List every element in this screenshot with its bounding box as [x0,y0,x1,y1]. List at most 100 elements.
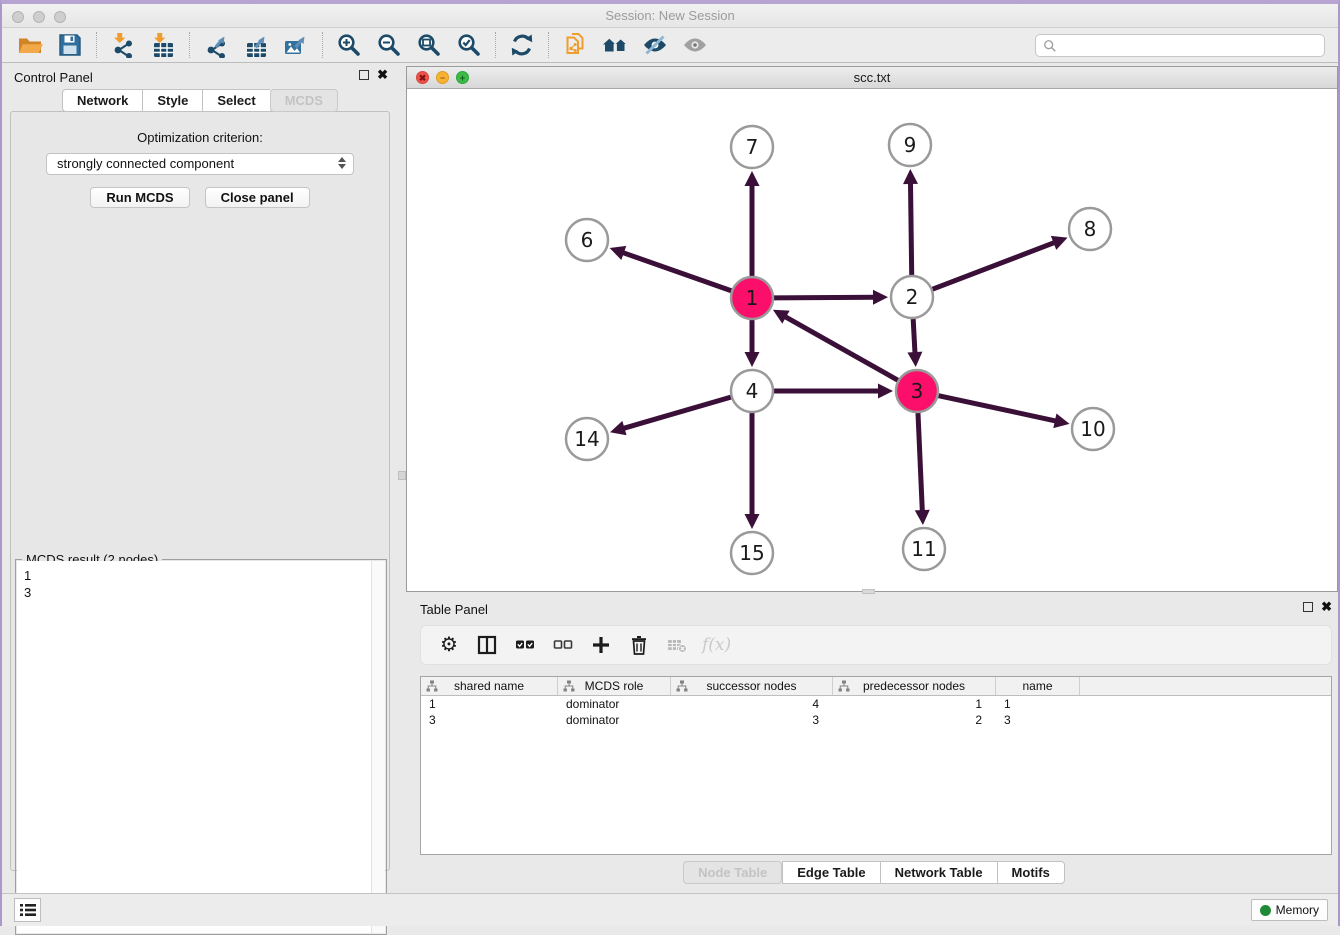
minimize-window-icon[interactable] [33,11,45,23]
hide-selected-icon[interactable] [640,31,670,59]
network-window-titlebar[interactable]: ✖ − + scc.txt [407,67,1337,89]
close-panel-icon[interactable]: ✖ [377,70,388,80]
duplicate-network-icon[interactable] [560,31,590,59]
table-row[interactable]: 3dominator323 [421,712,1331,728]
vertical-splitter-grip[interactable] [398,471,406,480]
table-cell[interactable]: 3 [421,712,558,728]
delete-icon[interactable] [626,632,652,658]
toolbar-separator [189,32,190,58]
edge-1-2[interactable] [774,297,876,298]
tab-mcds[interactable]: MCDS [270,89,338,112]
select-all-columns-icon[interactable] [512,632,538,658]
graph-node-label-6: 6 [581,228,594,252]
edge-arrowhead-3-10 [1053,413,1069,428]
mcds-result-text[interactable]: 1 3 [17,561,371,933]
save-session-icon[interactable] [55,31,85,59]
table-cell[interactable]: 1 [833,696,996,712]
table-row[interactable]: 1dominator411 [421,696,1331,712]
graph-node-label-3: 3 [911,379,924,403]
export-network-icon[interactable] [201,31,231,59]
control-panel-tabs: NetworkStyleSelectMCDS [2,89,398,112]
toolbar-separator [322,32,323,58]
add-icon[interactable] [588,632,614,658]
network-minimize-icon[interactable]: − [436,71,449,84]
refresh-icon[interactable] [507,31,537,59]
column-settings-icon[interactable]: ⚙ [436,632,462,658]
tab-node-table[interactable]: Node Table [683,861,782,884]
export-image-icon[interactable] [281,31,311,59]
mcds-panel: Optimization criterion: strongly connect… [10,111,390,871]
edge-3-11[interactable] [918,413,922,513]
horizontal-splitter-grip[interactable] [862,589,875,594]
edge-arrowhead-2-9 [903,169,918,184]
graph-node-label-2: 2 [906,285,919,309]
table-panel: Table Panel ✖ ⚙f(x) shared nameMCDS role… [406,595,1340,893]
column-header-shared-name[interactable]: shared name [421,677,558,695]
network-maximize-icon[interactable]: + [456,71,469,84]
table-cell[interactable]: dominator [558,712,671,728]
tab-motifs[interactable]: Motifs [997,861,1065,884]
edge-1-6[interactable] [621,252,731,291]
edge-3-1[interactable] [783,316,897,381]
import-network-icon[interactable] [108,31,138,59]
toolbar-separator [495,32,496,58]
edge-2-8[interactable] [933,242,1057,289]
close-window-icon[interactable] [12,11,24,23]
zoom-in-icon[interactable] [334,31,364,59]
search-box [1035,34,1325,57]
search-input[interactable] [1061,36,1324,55]
table-toolbar: ⚙f(x) [420,625,1332,665]
optimization-criterion-select[interactable]: strongly connected component [46,153,354,175]
edge-2-3[interactable] [913,319,915,355]
float-panel-icon[interactable] [359,70,369,80]
export-table-icon[interactable] [241,31,271,59]
edge-2-9[interactable] [910,181,911,275]
graph-node-label-10: 10 [1080,417,1105,441]
zoom-selected-icon[interactable] [454,31,484,59]
close-table-panel-icon[interactable]: ✖ [1321,602,1332,612]
table-cell[interactable]: dominator [558,696,671,712]
zoom-fit-icon[interactable] [414,31,444,59]
network-canvas[interactable]: 7968124314101511 [407,89,1337,591]
edge-3-10[interactable] [939,396,1058,422]
table-cell[interactable]: 1 [996,696,1080,712]
tab-edge-table[interactable]: Edge Table [782,861,879,884]
table-cell[interactable]: 3 [671,712,833,728]
tab-network-table[interactable]: Network Table [880,861,997,884]
show-all-icon[interactable] [680,31,710,59]
tab-select[interactable]: Select [202,89,269,112]
list-icon [19,903,37,917]
show-column-panel-icon[interactable] [474,632,500,658]
graph-node-label-7: 7 [746,135,759,159]
result-scrollbar[interactable] [371,561,385,933]
close-panel-button[interactable]: Close panel [205,187,310,208]
table-cell[interactable]: 1 [421,696,558,712]
graph-node-label-9: 9 [904,133,917,157]
open-session-icon[interactable] [15,31,45,59]
task-history-button[interactable] [14,898,41,922]
tab-style[interactable]: Style [142,89,202,112]
search-icon [1043,39,1057,53]
mac-titlebar: Session: New Session [2,4,1338,28]
run-mcds-button[interactable]: Run MCDS [90,187,189,208]
status-bar: Memory [2,893,1338,926]
graph-node-label-15: 15 [739,541,764,565]
table-cell[interactable]: 2 [833,712,996,728]
memory-button[interactable]: Memory [1251,899,1328,921]
import-table-icon[interactable] [148,31,178,59]
column-header-name[interactable]: name [996,677,1080,695]
tab-network[interactable]: Network [62,89,142,112]
table-cell[interactable]: 3 [996,712,1080,728]
table-cell[interactable]: 4 [671,696,833,712]
float-table-panel-icon[interactable] [1303,602,1313,612]
table-header-row: shared nameMCDS rolesuccessor nodesprede… [421,677,1331,696]
column-header-MCDS-role[interactable]: MCDS role [558,677,671,695]
column-header-successor-nodes[interactable]: successor nodes [671,677,833,695]
network-close-icon[interactable]: ✖ [416,71,429,84]
first-neighbors-icon[interactable] [600,31,630,59]
edge-4-14[interactable] [622,397,731,429]
zoom-window-icon[interactable] [54,11,66,23]
column-header-predecessor-nodes[interactable]: predecessor nodes [833,677,996,695]
zoom-out-icon[interactable] [374,31,404,59]
unselect-all-columns-icon[interactable] [550,632,576,658]
